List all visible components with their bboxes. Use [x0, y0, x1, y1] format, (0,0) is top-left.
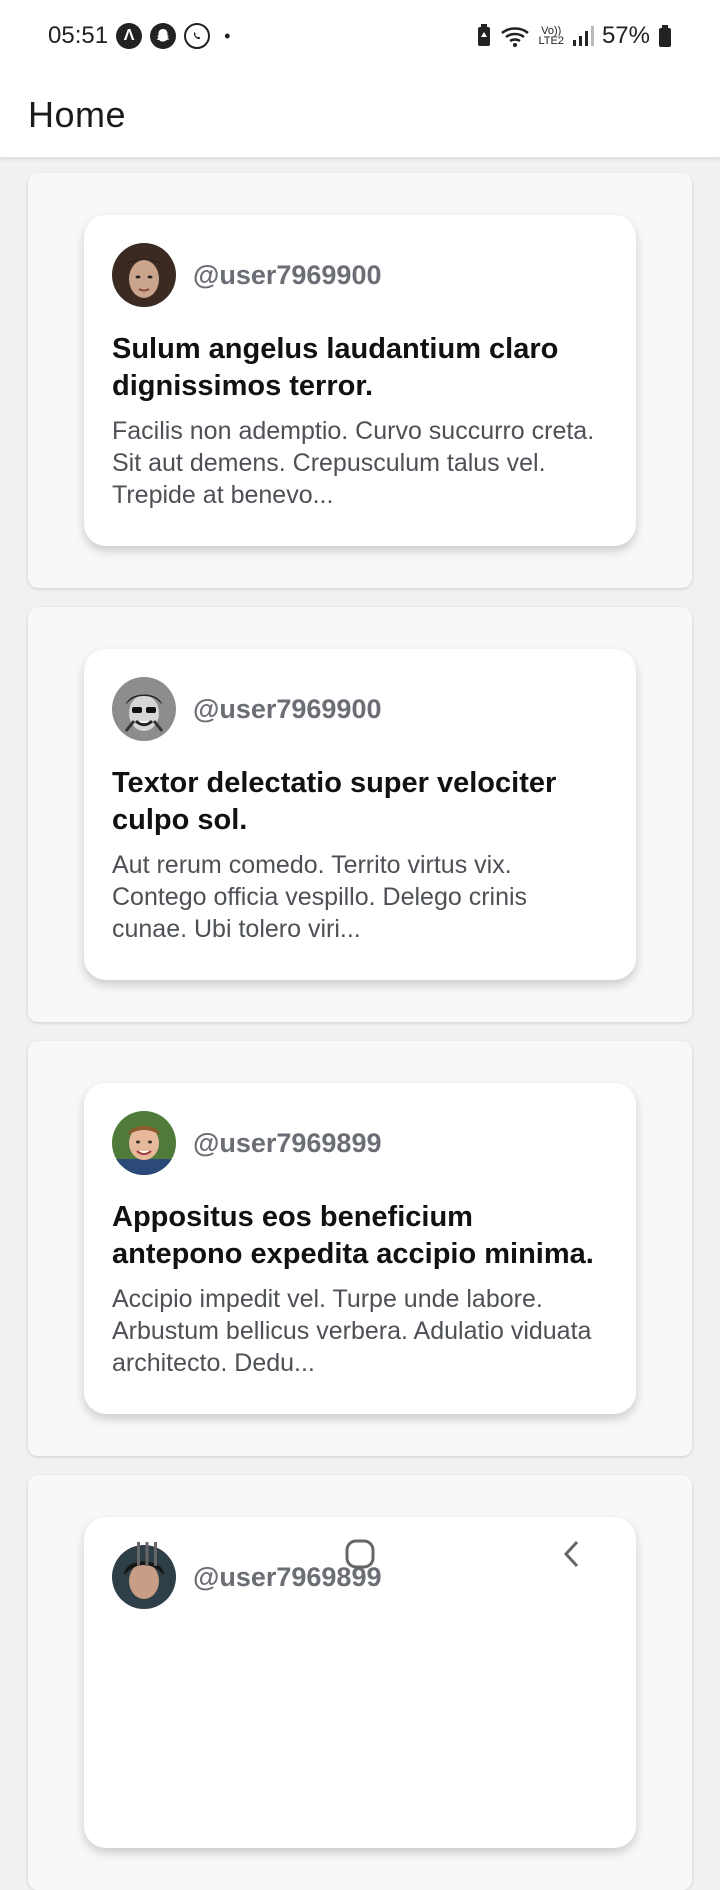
- battery-saver-icon: [478, 24, 491, 46]
- post-card[interactable]: @user7969900 Textor delectatio super vel…: [28, 607, 692, 1022]
- post-content-card[interactable]: @user7969900 Textor delectatio super vel…: [84, 649, 636, 980]
- post-title: Appositus eos beneficium antepono expedi…: [112, 1201, 594, 1270]
- post-body: Aut rerum comedo. Territo virtus vix. Co…: [112, 851, 528, 943]
- avatar[interactable]: [112, 243, 176, 307]
- network-label: Vo)) LTE2: [538, 26, 564, 47]
- recent-apps-icon: [136, 1542, 157, 1566]
- avatar[interactable]: [112, 1111, 176, 1175]
- status-time: 05:51: [48, 22, 109, 49]
- whatsapp-icon: [184, 23, 211, 49]
- post-title: Sulum angelus laudantium claro dignissim…: [112, 333, 559, 402]
- post-header: @user7969900: [112, 677, 608, 741]
- status-left: 05:51 Λ •: [48, 22, 230, 50]
- battery-percent: 57%: [601, 22, 650, 49]
- post-card[interactable]: @user7969899 Appositus eos beneficium an…: [28, 1041, 692, 1456]
- recent-apps-button[interactable]: [117, 1524, 177, 1584]
- status-bar: 05:51 Λ • Vo)) LTE2 57%: [0, 0, 720, 72]
- system-nav-bar: [0, 1508, 720, 1600]
- home-icon: [345, 1539, 375, 1569]
- post-content-card[interactable]: @user7969899 Appositus eos beneficium an…: [84, 1083, 636, 1414]
- post-body: Accipio impedit vel. Turpe unde labore. …: [112, 1285, 592, 1377]
- avatar[interactable]: [112, 677, 176, 741]
- post-body: Facilis non ademptio. Curvo succurro cre…: [112, 417, 595, 509]
- snapchat-icon: [150, 23, 177, 49]
- notification-dot: •: [224, 25, 231, 46]
- username[interactable]: @user7969899: [193, 1128, 381, 1159]
- username[interactable]: @user7969900: [193, 260, 381, 291]
- username[interactable]: @user7969900: [193, 694, 381, 725]
- battery-icon: [659, 25, 671, 47]
- wifi-icon: [501, 27, 530, 47]
- status-right: Vo)) LTE2 57%: [476, 22, 672, 50]
- page-title: Home: [28, 93, 127, 135]
- back-button[interactable]: [543, 1524, 603, 1584]
- network-label-bottom: LTE2: [538, 35, 564, 47]
- home-button[interactable]: [330, 1524, 390, 1584]
- post-header: @user7969900: [112, 243, 608, 307]
- post-title: Textor delectatio super velociter culpo …: [112, 767, 557, 836]
- post-content-card[interactable]: @user7969900 Sulum angelus laudantium cl…: [84, 215, 636, 546]
- app-bar: Home: [0, 72, 720, 158]
- post-header: @user7969899: [112, 1111, 608, 1175]
- back-icon: [564, 1540, 579, 1568]
- post-card[interactable]: @user7969900 Sulum angelus laudantium cl…: [28, 173, 692, 588]
- app-notification-icon: Λ: [116, 23, 143, 49]
- signal-icon: [572, 26, 594, 46]
